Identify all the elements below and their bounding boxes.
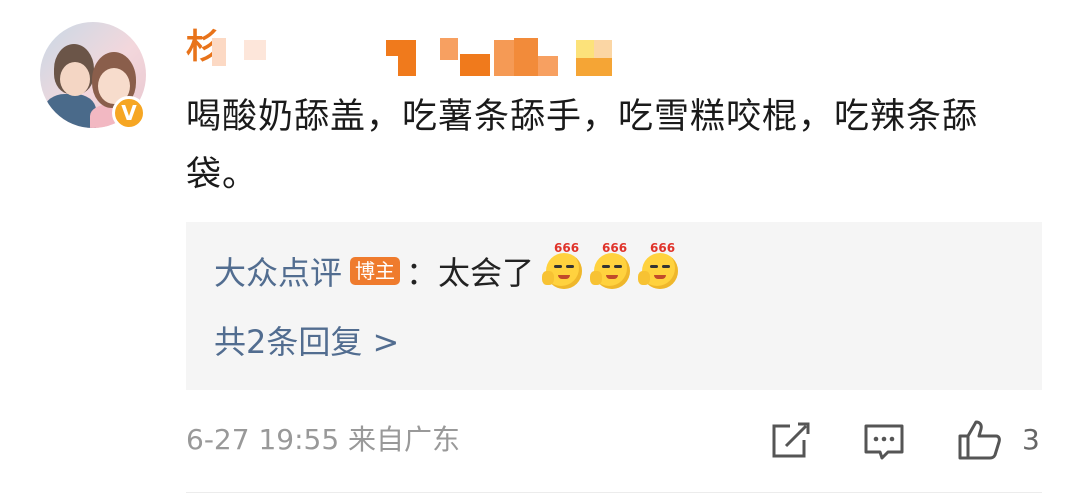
comment-icon[interactable] bbox=[862, 416, 906, 464]
reply-text: ：太会了 bbox=[406, 254, 535, 292]
edit-icon[interactable] bbox=[768, 416, 812, 464]
blogger-tag: 博主 bbox=[350, 257, 401, 285]
emoji-666-icon: 666 bbox=[590, 241, 631, 289]
verified-icon: V bbox=[112, 96, 146, 130]
timestamp: 6-27 19:55 bbox=[186, 423, 340, 456]
comment-text: 喝酸奶舔盖，吃薯条舔手，吃雪糕咬棍，吃辣条舔袋。 bbox=[186, 97, 979, 195]
avatar-figure bbox=[44, 94, 96, 128]
thumbs-up-icon[interactable] bbox=[956, 416, 1004, 464]
divider bbox=[186, 492, 1042, 493]
emoji-666-icon: 666 bbox=[542, 241, 583, 289]
reply-box[interactable]: 大众点评 博主 ：太会了 666 666 666 共2条回复 > bbox=[186, 222, 1042, 390]
emoji-666-icon: 666 bbox=[638, 241, 679, 289]
like-count: 3 bbox=[1022, 423, 1040, 456]
location: 来自广东 bbox=[348, 423, 461, 456]
comment-meta: 6-27 19:55 来自广东 bbox=[186, 418, 460, 462]
reply-author-link[interactable]: 大众点评 bbox=[214, 248, 342, 294]
reply-line: 大众点评 博主 ：太会了 666 666 666 bbox=[214, 241, 679, 296]
more-replies-link[interactable]: 共2条回复 > bbox=[214, 320, 399, 364]
avatar-figure bbox=[60, 62, 90, 96]
